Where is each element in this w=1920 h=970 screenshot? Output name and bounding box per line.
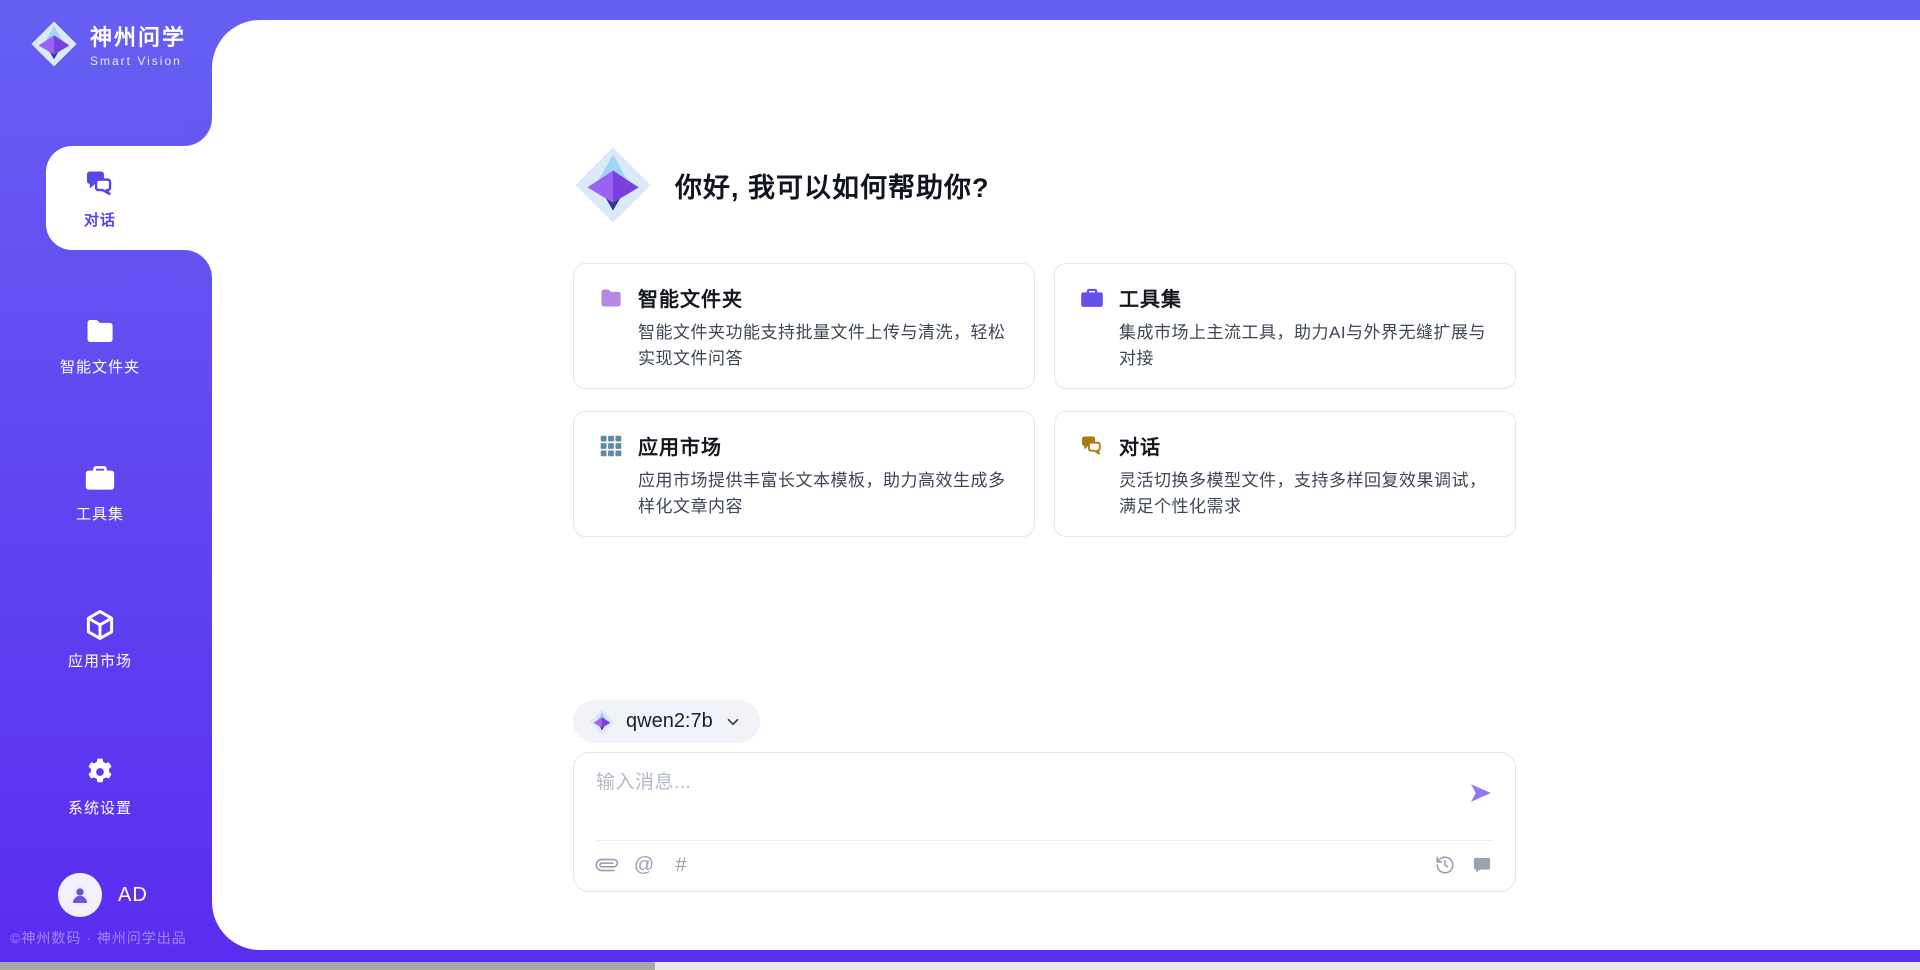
greeting-text: 你好, 我可以如何帮助你?: [675, 166, 990, 205]
card-smart-folder[interactable]: 智能文件夹 智能文件夹功能支持批量文件上传与清洗，轻松实现文件问答: [573, 263, 1035, 389]
scrollbar-thumb[interactable]: [0, 962, 655, 970]
sidebar-nav: 对话 智能文件夹 工具集: [0, 146, 212, 881]
chat-icon: [1079, 433, 1105, 459]
card-toolset[interactable]: 工具集 集成市场上主流工具，助力AI与外界无缝扩展与对接: [1054, 263, 1516, 389]
send-button[interactable]: [1467, 779, 1495, 807]
gear-icon: [83, 755, 117, 789]
composer-toolbar: @ #: [596, 854, 1493, 876]
sidebar-item-toolset[interactable]: 工具集: [46, 440, 212, 544]
model-name: qwen2:7b: [626, 710, 713, 733]
footer-credit: ©神州数码 · 神州问学出品: [10, 928, 210, 948]
sidebar-item-app-market[interactable]: 应用市场: [46, 587, 212, 691]
sidebar-item-label: 对话: [84, 209, 116, 230]
toolbox-icon: [83, 461, 117, 495]
history-icon[interactable]: [1434, 854, 1456, 876]
card-head: 应用市场: [598, 431, 1010, 460]
model-selector[interactable]: qwen2:7b: [573, 700, 760, 743]
folder-icon: [83, 314, 117, 348]
avatar: [58, 873, 102, 917]
grid-icon: [598, 433, 624, 459]
message-input[interactable]: [596, 767, 1437, 825]
card-chat[interactable]: 对话 灵活切换多模型文件，支持多样回复效果调试，满足个性化需求: [1054, 411, 1516, 537]
mention-icon[interactable]: @: [633, 854, 655, 876]
comment-icon[interactable]: [1471, 854, 1493, 876]
sidebar: 神州问学 Smart Vision 对话: [0, 0, 212, 970]
sidebar-item-label: 工具集: [76, 503, 124, 524]
card-title: 应用市场: [638, 431, 722, 460]
user-name: AD: [118, 884, 148, 907]
chat-icon: [83, 167, 117, 201]
card-title: 对话: [1119, 431, 1161, 460]
sidebar-item-settings[interactable]: 系统设置: [46, 734, 212, 838]
model-logo-icon: [589, 709, 615, 735]
folder-icon: [598, 285, 624, 311]
cube-icon: [83, 608, 117, 642]
composer-tools-left: @ #: [596, 854, 692, 876]
sidebar-item-chat[interactable]: 对话: [46, 146, 212, 250]
horizontal-scrollbar[interactable]: [0, 962, 1920, 970]
assistant-logo-icon: [573, 145, 653, 225]
card-title: 智能文件夹: [638, 283, 743, 312]
main-panel: 你好, 我可以如何帮助你? 智能文件夹 智能文件夹功能支持批量文件上传与清洗，轻…: [212, 20, 1920, 950]
brand-name: 神州问学: [90, 20, 186, 52]
sidebar-item-label: 应用市场: [68, 650, 132, 671]
content-column: 你好, 我可以如何帮助你? 智能文件夹 智能文件夹功能支持批量文件上传与清洗，轻…: [573, 20, 1516, 892]
card-head: 对话: [1079, 431, 1491, 460]
toolbox-icon: [1079, 285, 1105, 311]
card-description: 智能文件夹功能支持批量文件上传与清洗，轻松实现文件问答: [638, 320, 1010, 371]
chevron-down-icon: [724, 713, 742, 731]
hashtag-icon[interactable]: #: [670, 854, 692, 876]
user-profile[interactable]: AD: [58, 873, 148, 917]
card-head: 工具集: [1079, 283, 1491, 312]
composer-divider: [596, 840, 1493, 841]
composer: @ #: [573, 752, 1516, 892]
card-app-market[interactable]: 应用市场 应用市场提供丰富长文本模板，助力高效生成多样化文章内容: [573, 411, 1035, 537]
feature-cards: 智能文件夹 智能文件夹功能支持批量文件上传与清洗，轻松实现文件问答 工具集 集成…: [573, 263, 1516, 537]
brand-subtitle: Smart Vision: [90, 54, 186, 68]
brand-logo-icon: [30, 20, 78, 68]
composer-tools-right: [1434, 854, 1493, 876]
sidebar-item-label: 系统设置: [68, 797, 132, 818]
sidebar-item-smart-folder[interactable]: 智能文件夹: [46, 293, 212, 397]
card-head: 智能文件夹: [598, 283, 1010, 312]
sidebar-item-label: 智能文件夹: [60, 356, 140, 377]
send-icon: [1467, 779, 1495, 807]
brand: 神州问学 Smart Vision: [30, 20, 186, 68]
person-icon: [67, 882, 93, 908]
brand-text: 神州问学 Smart Vision: [90, 20, 186, 68]
card-description: 集成市场上主流工具，助力AI与外界无缝扩展与对接: [1119, 320, 1491, 371]
card-title: 工具集: [1119, 283, 1182, 312]
card-description: 应用市场提供丰富长文本模板，助力高效生成多样化文章内容: [638, 468, 1010, 519]
attachment-icon[interactable]: [596, 854, 618, 876]
greeting: 你好, 我可以如何帮助你?: [573, 145, 1516, 225]
card-description: 灵活切换多模型文件，支持多样回复效果调试，满足个性化需求: [1119, 468, 1491, 519]
